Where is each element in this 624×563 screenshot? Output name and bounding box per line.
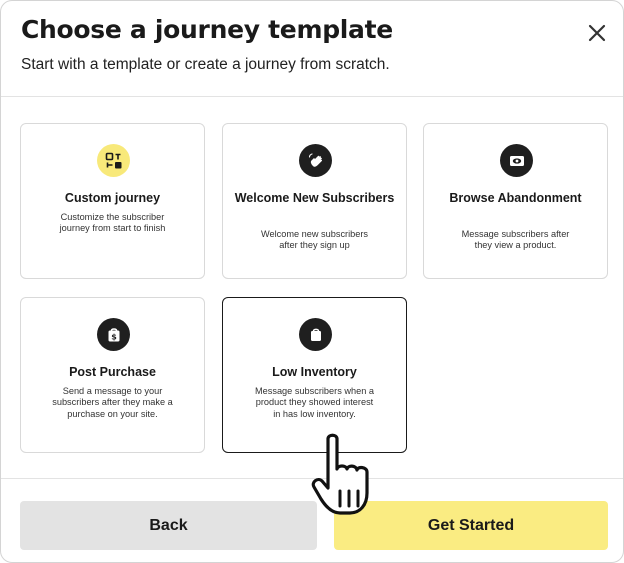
template-card-welcome-new-subscribers[interactable]: Welcome New Subscribers Welcome new subs… xyxy=(222,123,407,279)
template-description: Send a message to your subscribers after… xyxy=(52,386,173,419)
modal-footer: Back Get Started xyxy=(1,478,623,562)
close-icon[interactable] xyxy=(585,21,609,45)
template-name: Browse Abandonment xyxy=(449,191,582,205)
template-description: Welcome new subscribers after they sign … xyxy=(260,229,369,251)
template-card-browse-abandonment[interactable]: Browse Abandonment Message subscribers a… xyxy=(423,123,608,279)
template-card-post-purchase[interactable]: $ Post Purchase Send a message to your s… xyxy=(20,297,205,453)
template-name: Custom journey xyxy=(64,191,161,205)
modal-subtitle: Start with a template or create a journe… xyxy=(21,56,390,73)
template-grid-icon xyxy=(97,144,130,177)
get-started-button[interactable]: Get Started xyxy=(334,501,608,550)
shopping-bag-icon xyxy=(299,318,332,351)
template-description: Customize the subscriber journey from st… xyxy=(59,212,166,234)
journey-template-modal: Choose a journey template Start with a t… xyxy=(0,0,624,563)
template-name: Post Purchase xyxy=(69,365,156,379)
modal-title: Choose a journey template xyxy=(21,15,393,44)
back-button[interactable]: Back xyxy=(20,501,317,550)
eye-icon xyxy=(500,144,533,177)
svg-text:$: $ xyxy=(111,332,117,341)
template-card-custom-journey[interactable]: Custom journey Customize the subscriber … xyxy=(20,123,205,279)
modal-header: Choose a journey template Start with a t… xyxy=(1,1,623,97)
template-description: Message subscribers after they view a pr… xyxy=(461,229,570,251)
template-card-low-inventory[interactable]: Low Inventory Message subscribers when a… xyxy=(222,297,407,453)
template-name: Welcome New Subscribers xyxy=(234,191,395,205)
template-description: Message subscribers when a product they … xyxy=(255,386,374,419)
template-name: Low Inventory xyxy=(272,365,357,379)
template-grid: Custom journey Customize the subscriber … xyxy=(1,98,623,478)
dollar-bag-icon: $ xyxy=(97,318,130,351)
waving-hand-icon xyxy=(299,144,332,177)
